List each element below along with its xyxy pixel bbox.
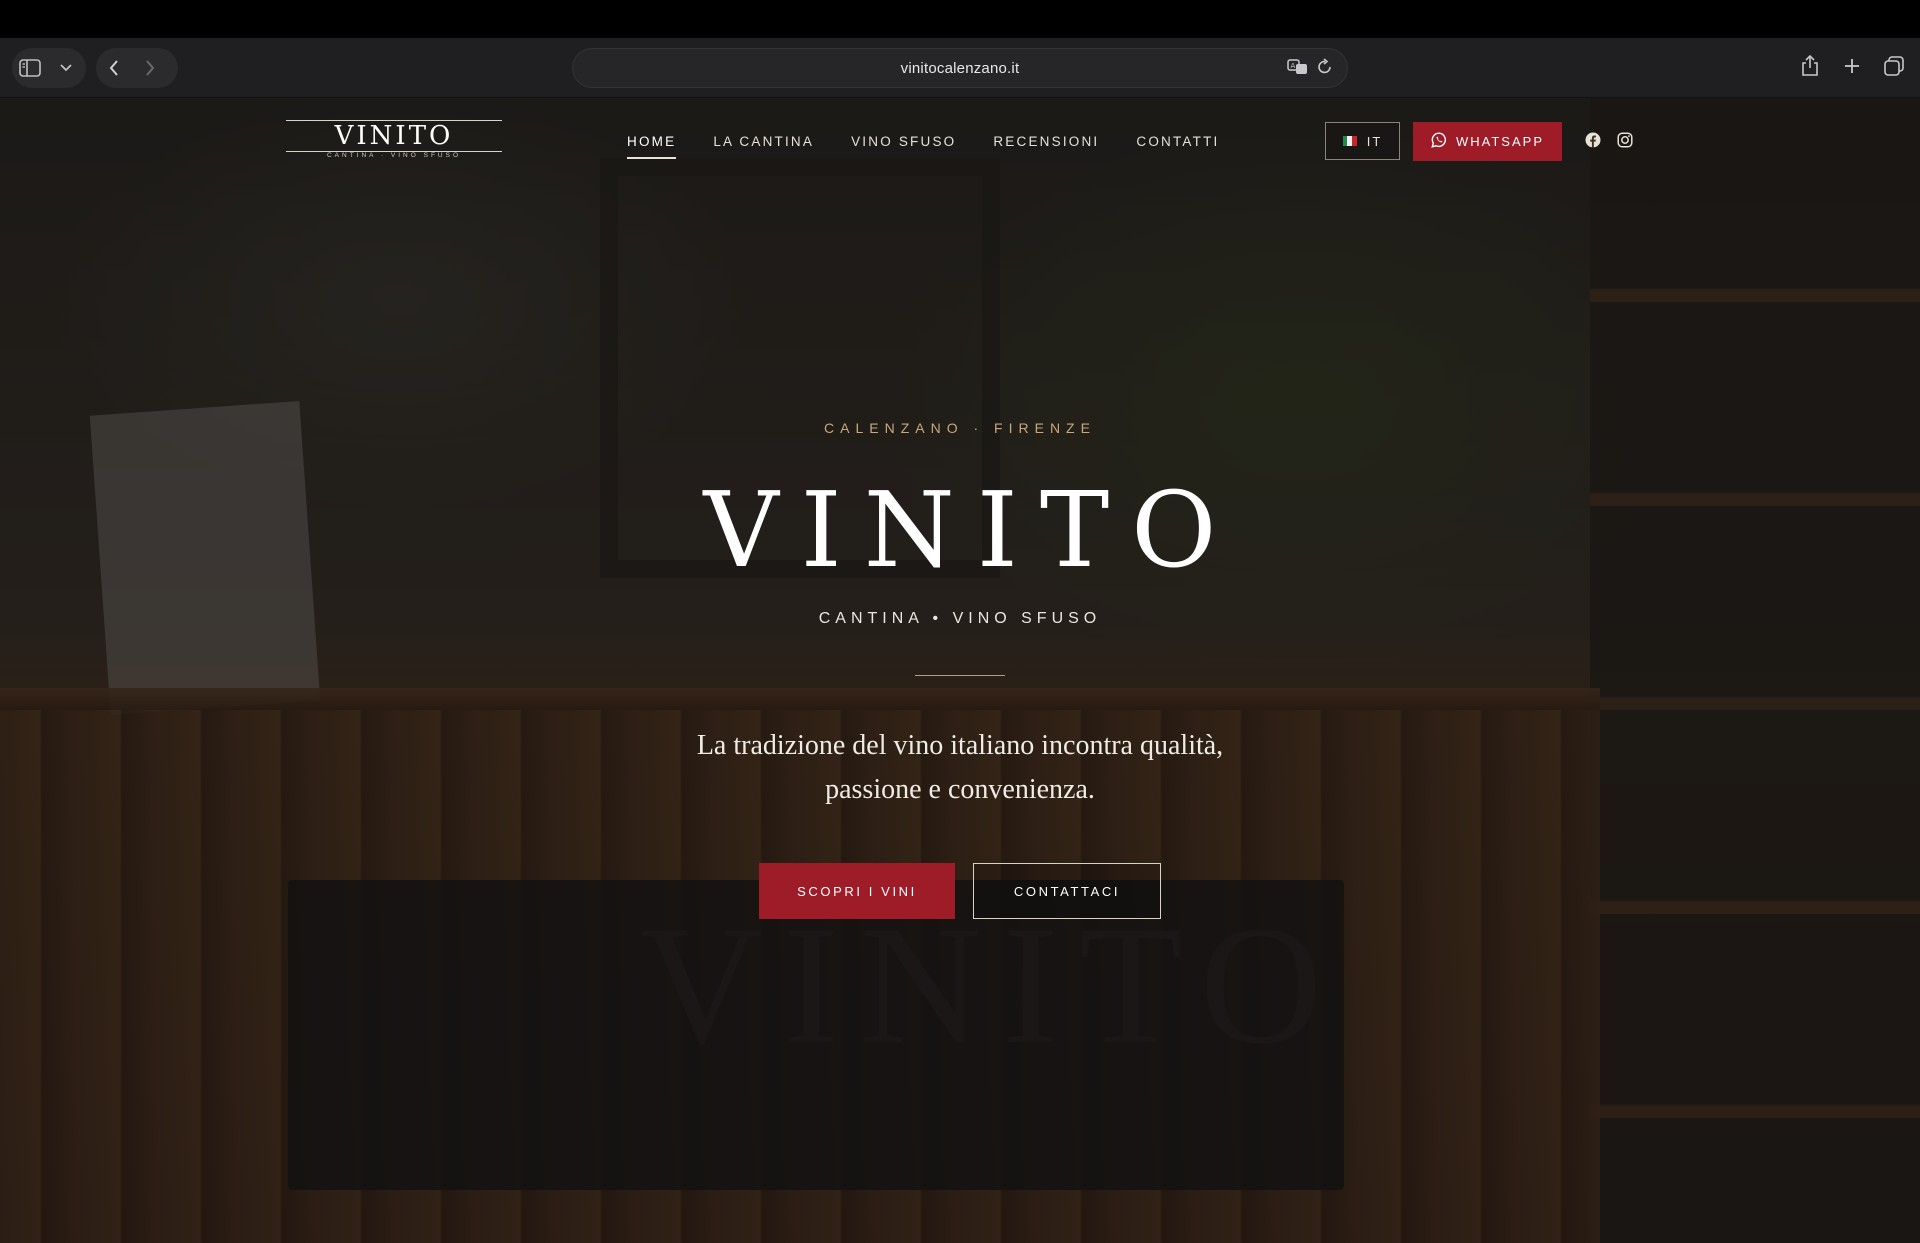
hero-description-line-1: La tradizione del vino italiano incontra…	[696, 730, 1224, 761]
window-top-bar	[0, 0, 1920, 38]
hero-overlay	[0, 98, 1920, 1243]
tab-overview-icon[interactable]	[1882, 52, 1906, 80]
whatsapp-button[interactable]: WHATSAPP	[1413, 122, 1562, 161]
browser-toolbar: vinitocalenzano.it A	[0, 38, 1920, 98]
discover-wines-button[interactable]: SCOPRI I VINI	[759, 863, 955, 919]
language-label: IT	[1366, 133, 1383, 149]
hero-subtitle: CANTINA • VINO SFUSO	[818, 610, 1102, 627]
svg-text:A: A	[1291, 62, 1296, 70]
whatsapp-icon	[1431, 132, 1447, 151]
toolbar-right-actions	[1798, 52, 1906, 80]
nav-vino-sfuso[interactable]: VINO SFUSO	[851, 134, 956, 150]
url-actions: A	[1287, 58, 1333, 81]
history-controls	[96, 48, 178, 88]
reload-icon[interactable]	[1317, 58, 1333, 81]
whatsapp-label: WHATSAPP	[1456, 134, 1544, 149]
site-logo[interactable]: VINITO CANTINA · VINO SFUSO	[286, 120, 502, 162]
chevron-down-icon[interactable]	[48, 50, 84, 86]
url-text: vinitocalenzano.it	[900, 59, 1020, 77]
facebook-icon[interactable]	[1585, 132, 1601, 153]
hero-kicker: CALENZANO · FIRENZE	[824, 420, 1096, 436]
forward-icon[interactable]	[132, 50, 168, 86]
logo-name: VINITO	[334, 121, 454, 151]
main-nav: HOME LA CANTINA VINO SFUSO RECENSIONI CO…	[627, 134, 1219, 159]
instagram-icon[interactable]	[1617, 132, 1633, 153]
nav-recensioni[interactable]: RECENSIONI	[993, 134, 1099, 150]
new-tab-icon[interactable]	[1840, 52, 1864, 80]
translate-icon[interactable]: A	[1287, 58, 1309, 81]
language-switcher[interactable]: IT	[1325, 122, 1400, 160]
hero-title: VINITO	[703, 469, 1239, 591]
address-bar[interactable]: vinitocalenzano.it A	[572, 48, 1348, 88]
hero-section: VINITO	[0, 98, 1920, 1243]
sidebar-controls	[12, 48, 86, 88]
contact-button[interactable]: CONTATTACI	[973, 863, 1161, 919]
logo-subtitle: CANTINA · VINO SFUSO	[326, 152, 462, 159]
nav-contatti[interactable]: CONTATTI	[1136, 134, 1219, 150]
hero-description: La tradizione del vino italiano incontra…	[610, 724, 1310, 812]
nav-home[interactable]: HOME	[627, 134, 677, 159]
hero-description-line-2: passione e convenienza.	[825, 774, 1095, 805]
social-links	[1585, 132, 1633, 153]
hero-divider	[915, 675, 1005, 676]
nav-la-cantina[interactable]: LA CANTINA	[713, 134, 814, 150]
sidebar-toggle-icon[interactable]	[12, 50, 48, 86]
italy-flag-icon	[1342, 136, 1357, 146]
back-icon[interactable]	[96, 50, 132, 86]
share-icon[interactable]	[1798, 52, 1822, 80]
